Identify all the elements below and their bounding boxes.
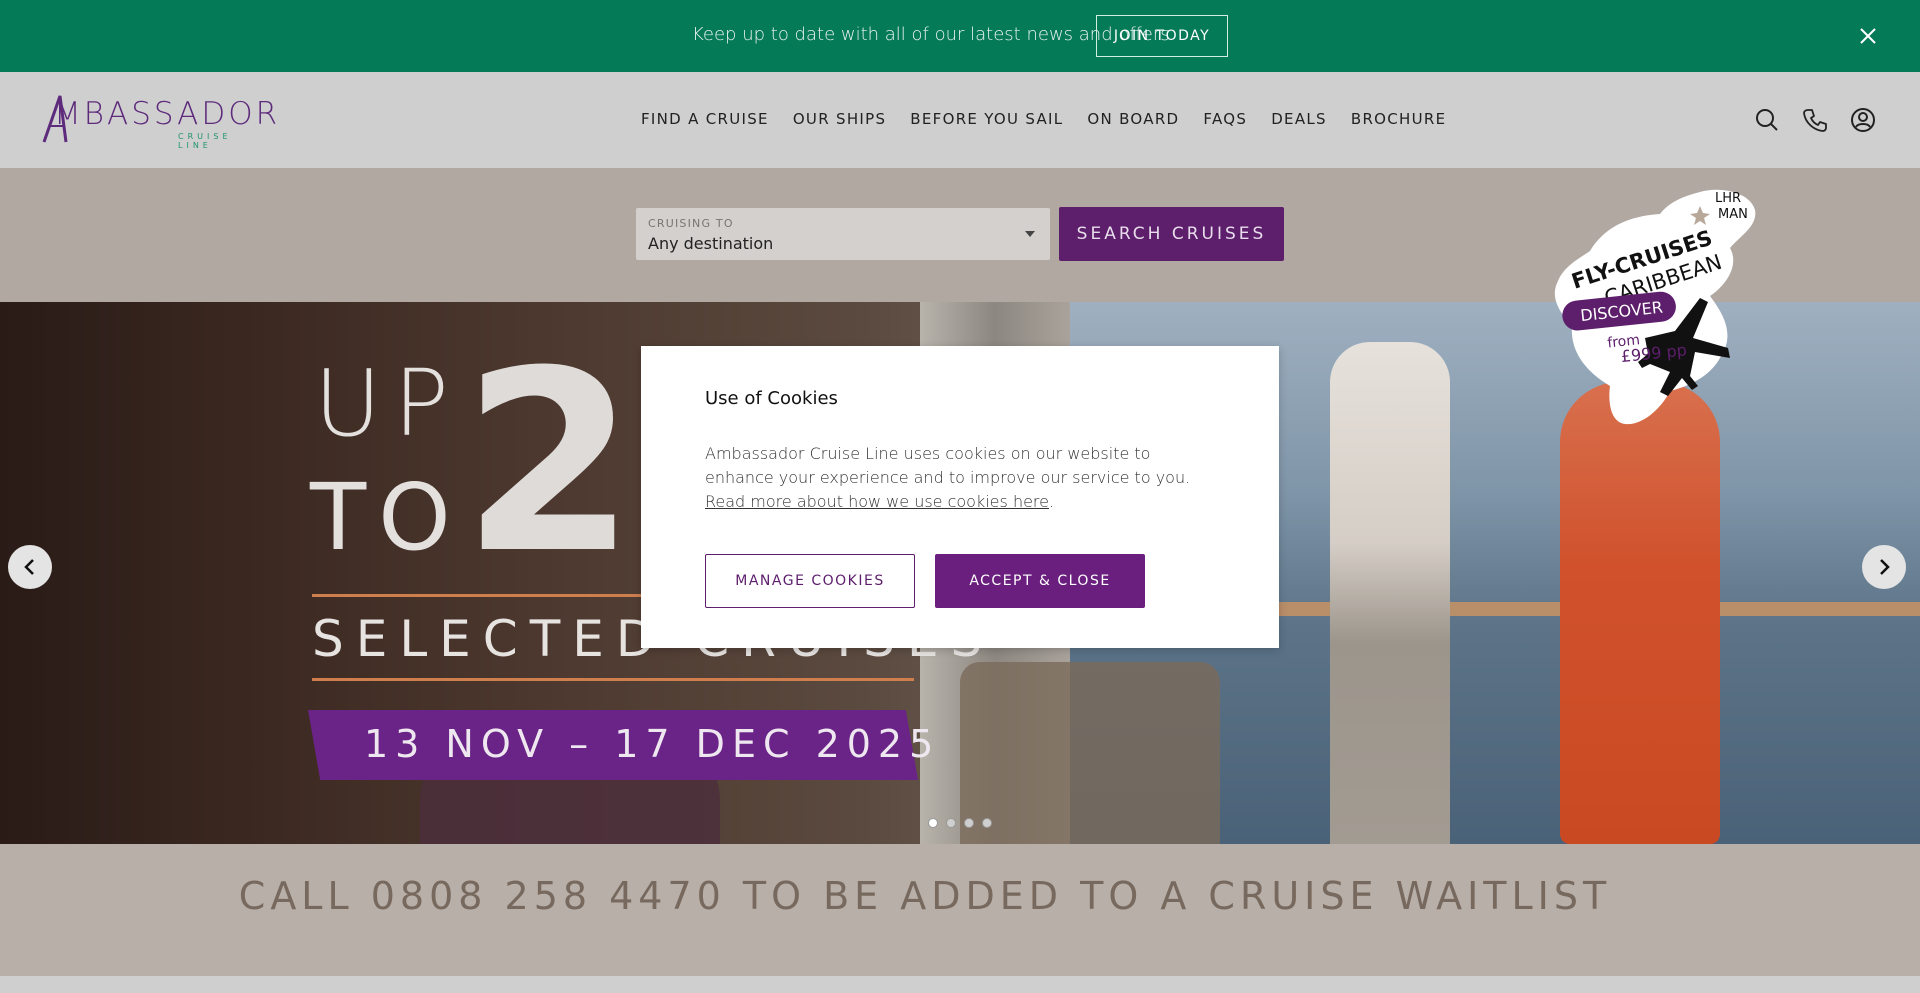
destination-label: CRUISING TO bbox=[648, 217, 734, 230]
promo-big-number: 2 bbox=[462, 317, 636, 608]
promo-to-text: TO bbox=[310, 464, 463, 571]
carousel-dot-1[interactable] bbox=[928, 818, 938, 828]
logo-tagline: CRUISE LINE bbox=[178, 132, 232, 150]
destination-select[interactable]: CRUISING TO Any destination bbox=[636, 208, 1050, 260]
cookie-modal-title: Use of Cookies bbox=[705, 388, 838, 409]
promo-dates: 13 NOV – 17 DEC 2025 bbox=[364, 722, 941, 766]
carousel-dot-2[interactable] bbox=[946, 818, 956, 828]
page-bottom-strip bbox=[0, 976, 1920, 993]
join-today-button[interactable]: JOIN TODAY bbox=[1096, 15, 1228, 57]
promo-up-text: UP bbox=[314, 350, 461, 457]
hero-woman-figure bbox=[1560, 382, 1720, 844]
carousel-dot-3[interactable] bbox=[964, 818, 974, 828]
nav-faqs[interactable]: FAQS bbox=[1203, 110, 1247, 128]
cookie-modal-text: Ambassador Cruise Line uses cookies on o… bbox=[705, 444, 1191, 487]
fly-cruises-sticker[interactable]: FLY-CRUISES CARIBBEAN LHR MAN DISCOVER f… bbox=[1550, 186, 1760, 446]
manage-cookies-button[interactable]: MANAGE COOKIES bbox=[705, 554, 915, 608]
cookie-modal-text-end: . bbox=[1049, 492, 1055, 511]
nav-on-board[interactable]: ON BOARD bbox=[1087, 110, 1179, 128]
accept-close-button[interactable]: ACCEPT & CLOSE bbox=[935, 554, 1145, 608]
nav-find-a-cruise[interactable]: FIND A CRUISE bbox=[641, 110, 769, 128]
caret-down-icon bbox=[1025, 231, 1035, 237]
hero-chair bbox=[960, 662, 1220, 844]
site-header: MBASSADOR CRUISE LINE FIND A CRUISE OUR … bbox=[0, 72, 1920, 168]
close-icon[interactable] bbox=[1857, 25, 1879, 47]
carousel-dots bbox=[928, 818, 992, 828]
cookie-modal-body: Ambassador Cruise Line uses cookies on o… bbox=[705, 442, 1205, 514]
waitlist-cta-text[interactable]: CALL 0808 258 4470 TO BE ADDED TO A CRUI… bbox=[0, 874, 1850, 918]
destination-value: Any destination bbox=[648, 234, 774, 253]
waitlist-cta-strip: CALL 0808 258 4470 TO BE ADDED TO A CRUI… bbox=[0, 844, 1920, 976]
nav-our-ships[interactable]: OUR SHIPS bbox=[793, 110, 886, 128]
carousel-next-button[interactable] bbox=[1862, 545, 1906, 589]
account-icon[interactable] bbox=[1850, 107, 1876, 133]
phone-icon[interactable] bbox=[1802, 107, 1828, 133]
carousel-dot-4[interactable] bbox=[982, 818, 992, 828]
nav-before-you-sail[interactable]: BEFORE YOU SAIL bbox=[910, 110, 1063, 128]
ambassador-logo[interactable]: MBASSADOR CRUISE LINE bbox=[40, 94, 277, 150]
cookie-policy-link[interactable]: Read more about how we use cookies here bbox=[705, 492, 1049, 511]
main-nav: FIND A CRUISE OUR SHIPS BEFORE YOU SAIL … bbox=[641, 110, 1470, 128]
chevron-left-icon bbox=[24, 559, 34, 575]
carousel-prev-button[interactable] bbox=[8, 545, 52, 589]
hero-man-figure bbox=[1330, 342, 1450, 844]
sticker-airport-2: MAN bbox=[1718, 207, 1748, 222]
search-icon[interactable] bbox=[1754, 107, 1780, 133]
sticker-airport-1: LHR bbox=[1715, 191, 1741, 206]
chevron-right-icon bbox=[1880, 559, 1890, 575]
promo-divider-bottom bbox=[312, 678, 914, 681]
logo-wordmark: MBASSADOR bbox=[54, 96, 281, 132]
nav-deals[interactable]: DEALS bbox=[1271, 110, 1327, 128]
cookie-modal: Use of Cookies Ambassador Cruise Line us… bbox=[641, 346, 1279, 648]
announcement-bar: Keep up to date with all of our latest n… bbox=[0, 0, 1920, 72]
search-cruises-button[interactable]: SEARCH CRUISES bbox=[1059, 207, 1284, 261]
nav-brochure[interactable]: BROCHURE bbox=[1351, 110, 1447, 128]
